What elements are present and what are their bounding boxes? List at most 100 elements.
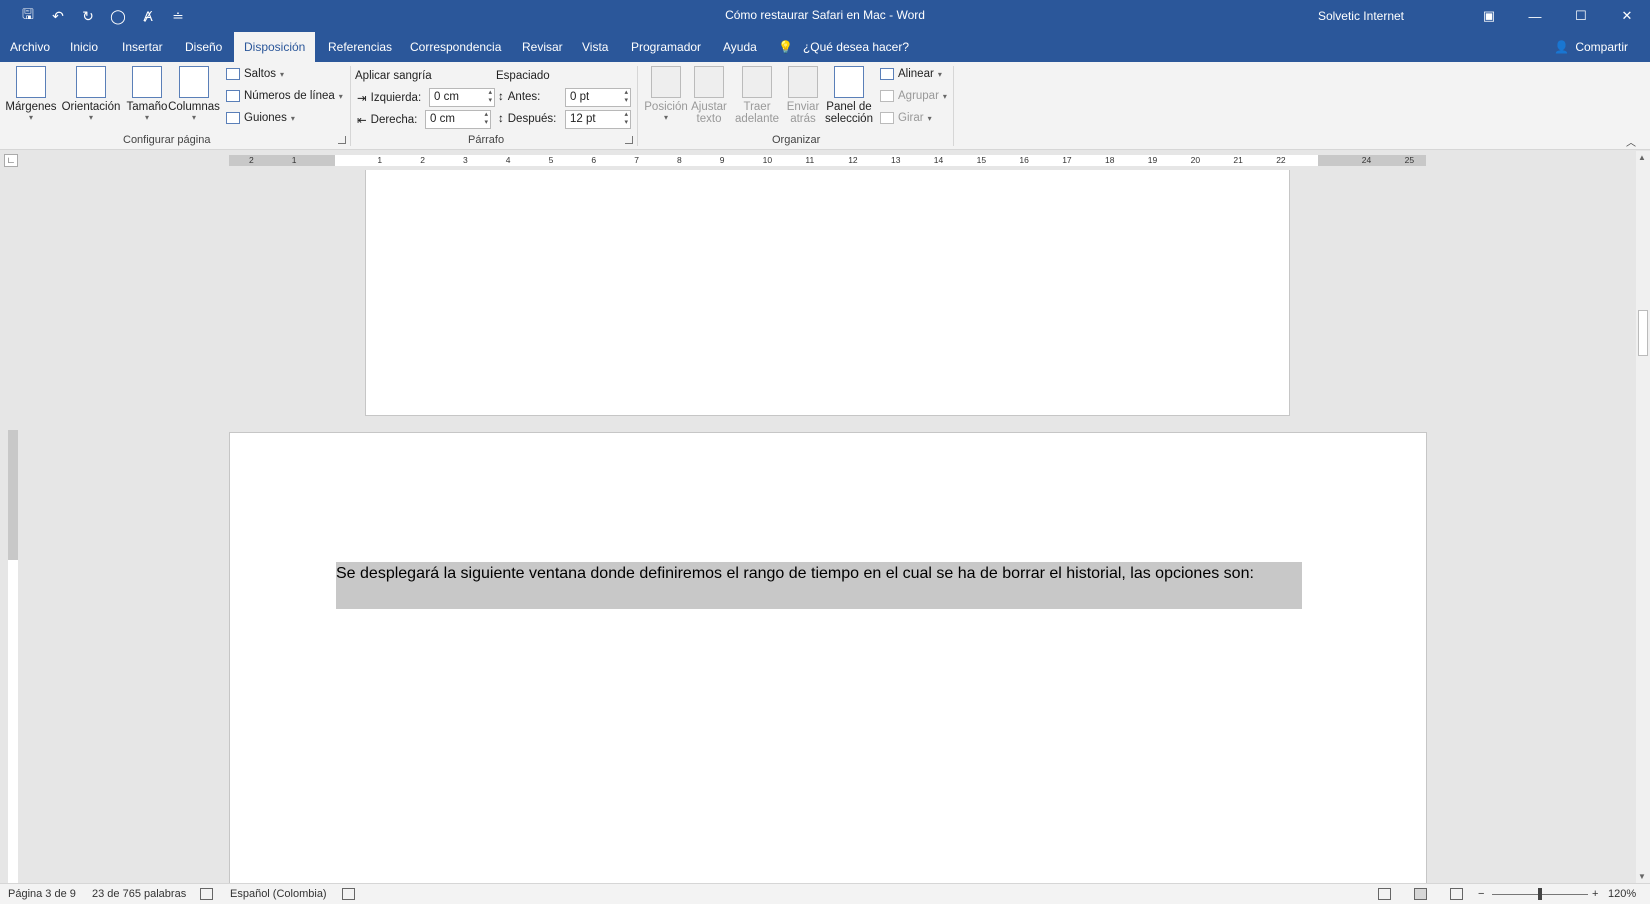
horizontal-ruler-bar: ∟ 2 1 1 2 3 4 5 6 7 8 9 10 11 12 13 14 15 16 17 18 19 20 21 22 2… xyxy=(0,151,1650,169)
previous-page[interactable] xyxy=(365,170,1290,416)
tab-revisar[interactable]: Revisar xyxy=(512,32,573,62)
wrap-text-label-2: texto xyxy=(696,113,722,125)
vertical-scrollbar[interactable]: ▲ ▼ xyxy=(1636,151,1650,883)
group-separator xyxy=(350,66,351,146)
language[interactable]: Español (Colombia) xyxy=(230,888,327,900)
zoom-out-icon[interactable]: − xyxy=(1478,888,1484,900)
spacing-before-value: 0 pt xyxy=(570,91,590,103)
wrap-text-icon xyxy=(694,66,724,98)
tab-vista[interactable]: Vista xyxy=(572,32,618,62)
zoom-slider-thumb[interactable] xyxy=(1538,888,1542,900)
breaks-button[interactable]: Saltos ▾ xyxy=(226,68,284,80)
hyphenation-icon xyxy=(226,112,240,124)
ruler-tick: 25 xyxy=(1404,155,1415,165)
ruler-tick: 13 xyxy=(891,155,901,165)
ribbon-tabs: Archivo Inicio Insertar Diseño Disposici… xyxy=(0,32,1650,62)
web-layout-icon[interactable] xyxy=(1450,888,1463,900)
document-area[interactable]: Se desplegará la siguiente ventana donde… xyxy=(20,170,1636,883)
align-button[interactable]: Alinear ▾ xyxy=(880,68,942,80)
ruler-tick: 15 xyxy=(976,155,987,165)
size-label: Tamaño xyxy=(126,101,168,113)
columns-icon xyxy=(179,66,209,98)
tab-archivo[interactable]: Archivo xyxy=(0,32,60,62)
zoom-level[interactable]: 120% xyxy=(1608,888,1636,900)
columns-button[interactable]: Columnas ▾ xyxy=(168,66,220,122)
ruler-tick: 11 xyxy=(805,155,815,165)
ribbon-display-icon[interactable]: ▣ xyxy=(1466,0,1512,32)
horizontal-ruler[interactable]: 2 1 1 2 3 4 5 6 7 8 9 10 11 12 13 14 15 16 17 18 19 20 21 22 24 2… xyxy=(229,155,1426,166)
collapse-ribbon-icon[interactable]: ︿ xyxy=(1626,134,1636,149)
ruler-tick: 22 xyxy=(1276,155,1286,165)
page-setup-launcher-icon[interactable] xyxy=(338,136,346,144)
maximize-icon[interactable]: ☐ xyxy=(1558,0,1604,32)
margins-button[interactable]: Márgenes ▾ xyxy=(5,66,57,122)
tell-me-label: ¿Qué desea hacer? xyxy=(802,40,910,54)
read-mode-icon[interactable] xyxy=(1378,888,1391,900)
tab-disposicion[interactable]: Disposición xyxy=(234,32,316,62)
line-numbers-button[interactable]: Números de línea ▾ xyxy=(226,90,343,102)
vertical-ruler[interactable] xyxy=(8,430,18,885)
spacing-title: Espaciado xyxy=(496,70,550,82)
zoom-in-icon[interactable]: + xyxy=(1592,888,1598,900)
spacing-before-field[interactable]: 0 pt ▴ ▾ xyxy=(565,88,631,107)
selection-pane-label: Panel de xyxy=(826,101,872,113)
size-button[interactable]: Tamaño ▾ xyxy=(121,66,173,122)
tab-ayuda[interactable]: Ayuda xyxy=(713,32,767,62)
tab-referencias[interactable]: Referencias xyxy=(318,32,402,62)
indent-right-label: ⇤ Derecha: xyxy=(357,113,417,127)
current-page[interactable]: Se desplegará la siguiente ventana donde… xyxy=(229,432,1427,883)
proofing-icon[interactable] xyxy=(200,888,213,900)
close-icon[interactable]: ✕ xyxy=(1604,0,1650,32)
spacing-after-field[interactable]: 12 pt ▴ ▾ xyxy=(565,110,631,129)
scroll-up-icon[interactable]: ▲ xyxy=(1638,153,1646,162)
tab-inicio[interactable]: Inicio xyxy=(60,32,108,62)
position-icon xyxy=(651,66,681,98)
breaks-label: Saltos xyxy=(244,68,276,80)
ruler-tick: 2 xyxy=(249,155,254,165)
macro-icon[interactable] xyxy=(342,888,355,900)
wrap-text-label: Ajustar xyxy=(691,101,727,113)
hyphenation-button[interactable]: Guiones ▾ xyxy=(226,112,295,124)
ruler-left-margin xyxy=(229,155,335,166)
orientation-icon xyxy=(76,66,106,98)
selection-pane-button[interactable]: Panel de selección xyxy=(823,66,875,125)
send-backward-button[interactable]: Enviar atrás xyxy=(777,66,829,125)
indent-right-field[interactable]: 0 cm ▴ ▾ xyxy=(425,110,491,129)
paragraph-launcher-icon[interactable] xyxy=(625,136,633,144)
tab-diseno[interactable]: Diseño xyxy=(175,32,232,62)
print-layout-icon[interactable] xyxy=(1414,888,1427,900)
rotate-button[interactable]: Girar ▾ xyxy=(880,112,932,124)
lightbulb-icon: 💡 xyxy=(778,40,793,54)
tab-selector-icon[interactable]: ∟ xyxy=(4,154,18,167)
ruler-tick: 3 xyxy=(463,155,468,165)
group-button[interactable]: Agrupar ▾ xyxy=(880,90,947,102)
ruler-tick: 14 xyxy=(933,155,944,165)
minimize-icon[interactable]: — xyxy=(1512,0,1558,32)
orientation-button[interactable]: Orientación ▾ xyxy=(60,66,122,122)
group-separator xyxy=(953,66,954,146)
ruler-tick: 19 xyxy=(1147,155,1158,165)
ruler-tick: 5 xyxy=(548,155,554,165)
paragraph-group-label: Párrafo xyxy=(468,134,505,146)
size-icon xyxy=(132,66,162,98)
user-name[interactable]: Solvetic Internet xyxy=(1318,9,1404,23)
wrap-text-button[interactable]: Ajustar texto xyxy=(683,66,735,125)
indent-left-field[interactable]: 0 cm ▴ ▾ xyxy=(429,88,495,107)
tab-correspondencia[interactable]: Correspondencia xyxy=(400,32,511,62)
send-backward-icon xyxy=(788,66,818,98)
selected-paragraph[interactable]: Se desplegará la siguiente ventana donde… xyxy=(336,562,1302,609)
tab-programador[interactable]: Programador xyxy=(621,32,711,62)
orientation-label: Orientación xyxy=(61,101,121,113)
tell-me-box[interactable]: 💡 ¿Qué desea hacer? xyxy=(778,32,909,62)
spacing-after-text: Después: xyxy=(507,113,557,125)
columns-label: Columnas xyxy=(168,101,220,113)
scroll-thumb[interactable] xyxy=(1638,310,1648,356)
page-count[interactable]: Página 3 de 9 xyxy=(8,888,76,900)
share-button[interactable]: 👤 Compartir xyxy=(1554,32,1628,62)
ruler-tick: 20 xyxy=(1190,155,1201,165)
chevron-down-icon: ▾ xyxy=(88,113,93,122)
tab-insertar[interactable]: Insertar xyxy=(112,32,173,62)
scroll-down-icon[interactable]: ▼ xyxy=(1638,872,1646,881)
word-count[interactable]: 23 de 765 palabras xyxy=(92,888,186,900)
ribbon: Márgenes ▾ Orientación ▾ Tamaño ▾ Column… xyxy=(0,62,1650,150)
